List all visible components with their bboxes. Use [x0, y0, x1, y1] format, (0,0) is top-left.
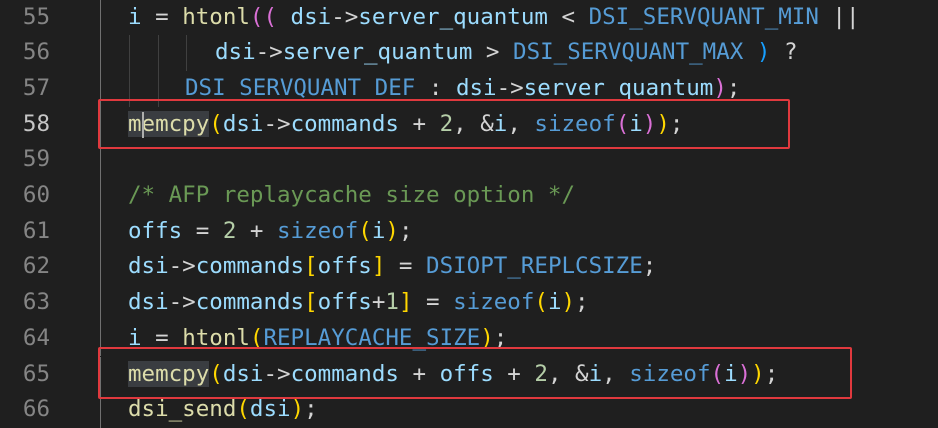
line-number: 61: [22, 217, 50, 244]
code-text: i = htonl(( dsi->server_quantum < DSI_SE…: [128, 0, 860, 35]
code-token: <: [547, 3, 589, 30]
code-token: ;: [642, 253, 657, 280]
code-token: offs: [128, 217, 183, 244]
code-token: ->: [255, 39, 283, 66]
code-token: ?: [770, 39, 798, 66]
highlight-box-line-58: [98, 99, 790, 149]
code-token: DSI_SERVQUANT_DEF: [185, 74, 416, 101]
line-number: 55: [22, 3, 50, 30]
code-token: ||: [818, 3, 860, 30]
line-number: 66: [22, 396, 50, 423]
code-token: =: [141, 3, 183, 30]
code-line[interactable]: 60 /* AFP replaycache size option */: [0, 178, 938, 214]
code-text: offs = 2 + sizeof(i);: [128, 214, 412, 250]
code-token: server_quantum: [523, 74, 714, 101]
code-token: server_quantum: [358, 3, 548, 30]
line-number: 60: [22, 182, 50, 208]
line-number: 58: [22, 110, 50, 137]
indent-guide: [100, 249, 101, 286]
code-token: DSIOPT_REPLCSIZE: [426, 253, 643, 280]
code-token: offs: [317, 289, 372, 316]
code-token: ;: [304, 396, 318, 423]
code-line[interactable]: 55 i = htonl(( dsi->server_quantum < DSI_…: [0, 0, 938, 36]
code-token: =: [385, 253, 427, 280]
code-token: ;: [726, 74, 741, 101]
highlight-box-line-65: [98, 347, 852, 399]
line-number: 65: [22, 360, 50, 387]
code-token: dsi: [128, 253, 169, 280]
code-token: +: [236, 217, 278, 244]
code-text: dsi->commands[offs] = DSIOPT_REPLCSIZE;: [128, 249, 656, 285]
code-token: >: [472, 39, 514, 66]
code-token: ->: [168, 289, 196, 316]
code-token: ): [743, 39, 771, 66]
line-number: 63: [22, 289, 50, 316]
indent-guide: [158, 35, 159, 71]
code-token: ]: [371, 253, 386, 280]
code-token: server_quantum: [282, 39, 473, 66]
code-line[interactable]: 62 dsi->commands[offs] = DSIOPT_REPLCSIZE…: [0, 249, 938, 286]
code-line[interactable]: 56 dsi->server_quantum > DSI_SERVQUANT_MA…: [0, 35, 938, 71]
code-token: dsi_send: [128, 396, 237, 423]
code-editor[interactable]: 55 i = htonl(( dsi->server_quantum < DSI_…: [0, 0, 938, 428]
line-number: 62: [22, 253, 50, 280]
code-token: ;: [575, 289, 589, 316]
code-token: [: [304, 253, 318, 280]
code-token: :: [415, 74, 456, 101]
indent-guide: [186, 35, 187, 71]
code-token: sizeof: [277, 217, 359, 244]
code-text: dsi->server_quantum > DSI_SERVQUANT_MAX …: [215, 35, 798, 71]
code-text: dsi->commands[offs+1] = sizeof(i);: [128, 285, 589, 321]
code-token: (: [358, 217, 372, 244]
code-token: 2: [222, 217, 237, 244]
line-number: 59: [22, 146, 50, 173]
code-token: ): [561, 289, 576, 316]
code-token: dsi: [128, 289, 169, 316]
code-token: i: [371, 217, 386, 244]
line-number: 64: [22, 324, 50, 351]
code-line[interactable]: 63 dsi->commands[offs+1] = sizeof(i);: [0, 285, 938, 321]
code-token: commands: [195, 289, 305, 316]
indent-guide: [100, 285, 101, 321]
code-token: =: [412, 289, 454, 316]
code-token: ->: [168, 253, 196, 280]
code-token: 1: [385, 289, 399, 316]
code-token: commands: [195, 253, 305, 280]
code-token: DSI_SERVQUANT_MIN: [588, 3, 819, 30]
code-token: [: [304, 289, 318, 316]
code-token: dsi: [215, 39, 256, 66]
line-number: 56: [22, 39, 50, 66]
code-token: ->: [496, 74, 524, 101]
code-token: ->: [331, 3, 359, 30]
code-token: ): [713, 74, 727, 101]
code-token: ): [385, 217, 399, 244]
indent-guide: [100, 35, 101, 71]
code-text: /* AFP replaycache size option */: [128, 178, 575, 214]
code-token: (: [236, 396, 250, 423]
code-token: i: [547, 289, 562, 316]
code-token: dsi: [249, 396, 291, 423]
code-token: ((: [249, 3, 278, 30]
code-token: =: [182, 217, 223, 244]
code-token: offs: [317, 253, 372, 280]
code-token: sizeof: [453, 289, 535, 316]
code-token: i: [128, 3, 142, 30]
code-token: dsi: [455, 74, 497, 101]
code-token: ;: [398, 217, 413, 244]
indent-guide: [100, 0, 101, 36]
code-token: ]: [398, 289, 413, 316]
indent-guide: [100, 178, 101, 214]
code-token: (: [534, 289, 548, 316]
indent-guide: [100, 213, 101, 250]
line-number: 57: [22, 74, 50, 101]
code-token: /* AFP replaycache size option */: [128, 182, 576, 208]
code-line[interactable]: 61 offs = 2 + sizeof(i);: [0, 213, 938, 250]
code-token: htonl: [182, 3, 250, 30]
code-token: ): [290, 396, 305, 423]
code-token: dsi: [277, 3, 332, 30]
code-token: DSI_SERVQUANT_MAX: [513, 39, 744, 66]
code-token: +: [371, 289, 386, 316]
indent-guide: [129, 35, 130, 71]
